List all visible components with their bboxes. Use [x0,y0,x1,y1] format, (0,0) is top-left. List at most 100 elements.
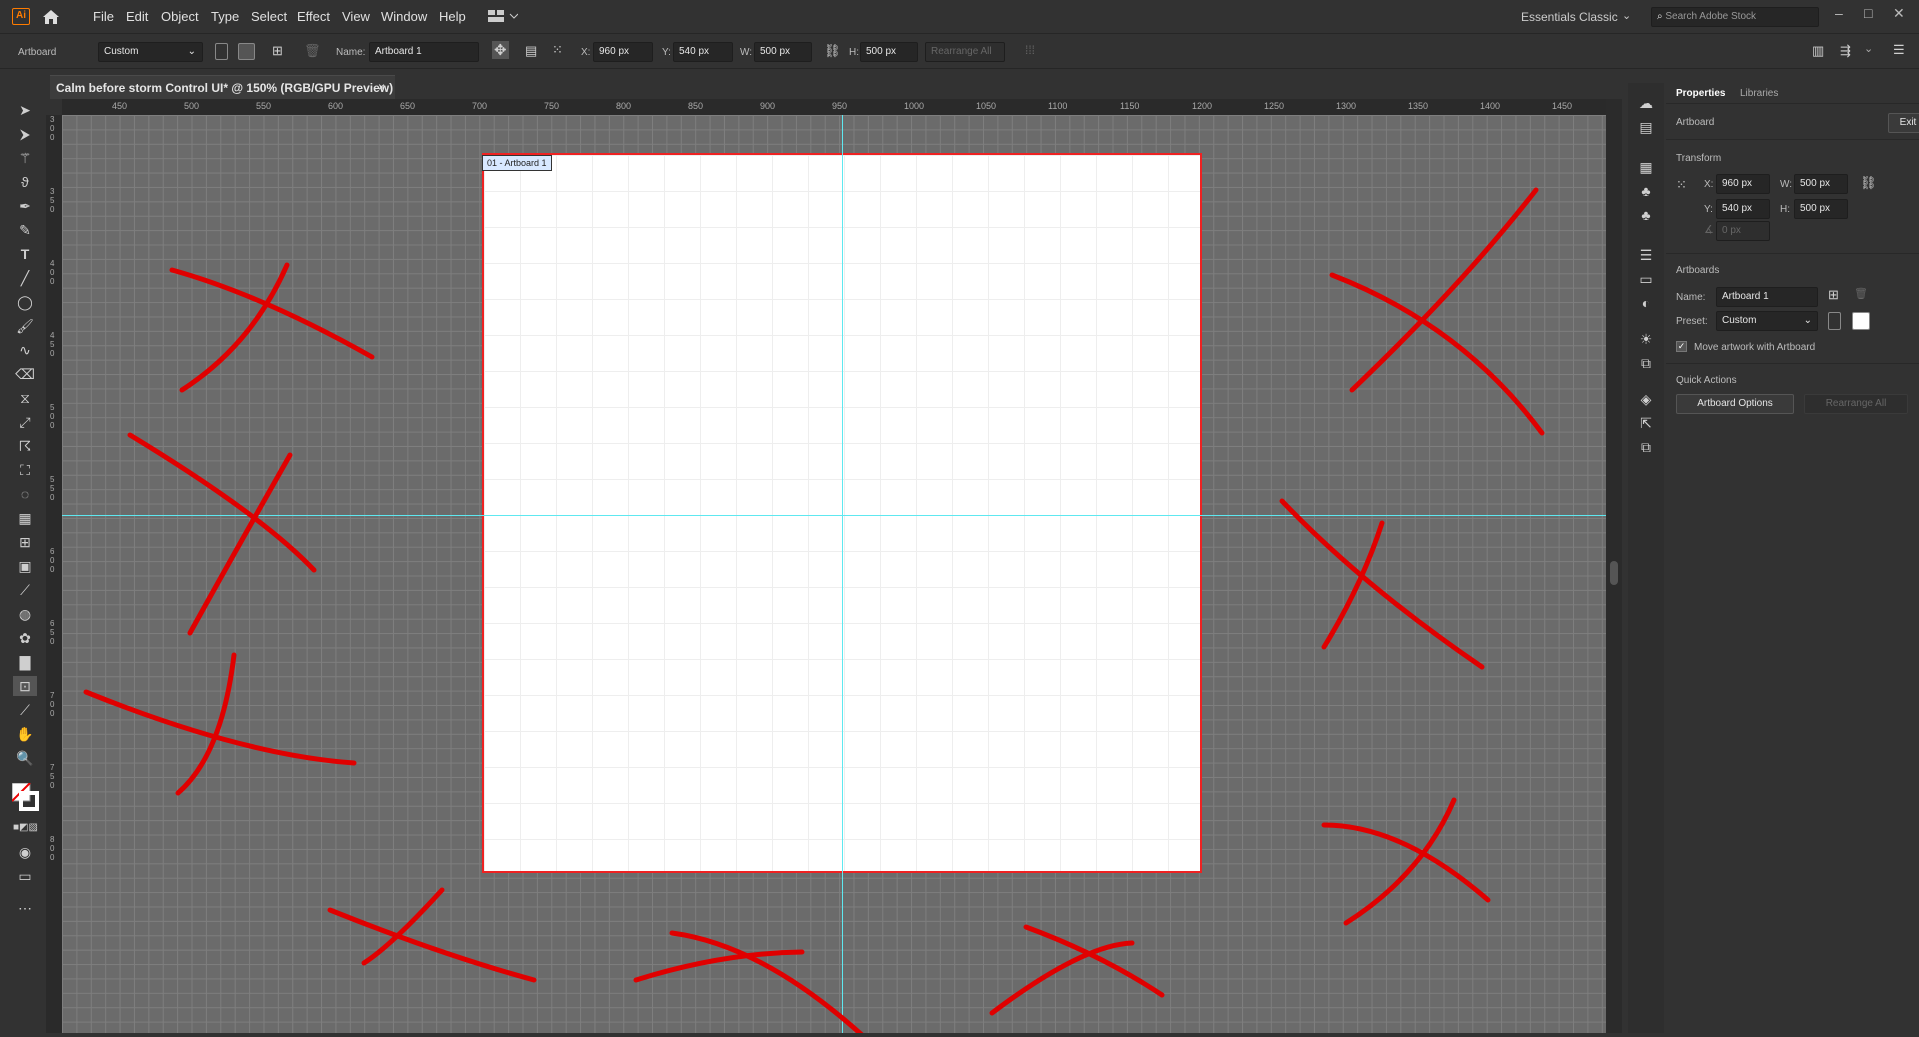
x-field[interactable]: 960 px [593,42,653,62]
layers-list-icon[interactable]: ▦ [1636,159,1656,177]
panel-angle-field[interactable]: 0 px [1716,221,1770,241]
menu-type[interactable]: Type [211,9,239,24]
shaper-tool-icon[interactable]: ∿ [13,340,37,360]
perspective-grid-tool-icon[interactable]: ▦ [13,508,37,528]
landscape-icon[interactable] [1852,312,1870,330]
artboard-options-button[interactable]: Artboard Options [1676,394,1794,414]
mesh-tool-icon[interactable]: ⊞ [13,532,37,552]
landscape-icon[interactable] [238,43,255,60]
workspace-switcher[interactable]: Essentials Classic [1521,10,1618,24]
delete-artboard-icon[interactable]: 🗑 [1854,287,1868,300]
move-with-artboard-icon[interactable]: ✥ [492,41,509,59]
artboard-tool-icon[interactable]: ⊡ [13,676,37,696]
panel-menu-icon[interactable]: ⌄ [1864,42,1873,55]
magic-wand-tool-icon[interactable]: ⚚ [13,148,37,168]
h-field[interactable]: 500 px [860,42,918,62]
line-tool-icon[interactable]: ╱ [13,268,37,288]
delete-artboard-icon[interactable]: 🗑 [304,43,321,59]
menu-help[interactable]: Help [439,9,466,24]
gradient-icon[interactable]: ▭ [1636,271,1656,289]
close-icon[interactable]: ✕ [1893,5,1905,22]
portrait-icon[interactable] [1828,312,1841,330]
menu-effect[interactable]: Effect [297,9,330,24]
type-tool-icon[interactable]: T [13,244,37,264]
export-icon[interactable]: ⇱ [1636,415,1656,433]
reference-point-icon[interactable]: ⁙ [552,42,563,58]
eyedropper-tool-icon[interactable]: ⟋ [13,580,37,600]
cc-libraries-icon[interactable]: ▤ [1636,119,1656,137]
paintbrush-tool-icon[interactable]: 🖌 [13,316,37,336]
ellipse-tool-icon[interactable]: ◯ [13,292,37,312]
layers-icon[interactable]: ◈ [1636,391,1656,409]
eraser-tool-icon[interactable]: ⌫ [13,364,37,384]
link-icon[interactable]: ⛓ [824,43,841,59]
symbols-icon[interactable]: ♣ [1636,183,1656,201]
appearance-icon[interactable]: ☀ [1636,331,1656,349]
new-artboard-icon[interactable]: ⊞ [1828,287,1839,303]
graphic-styles-icon[interactable]: ⧉ [1636,355,1656,373]
menu-window[interactable]: Window [381,9,427,24]
rearrange-all-button[interactable]: Rearrange All [925,42,1005,62]
scroll-thumb[interactable] [1610,561,1618,585]
more-tools-icon[interactable]: ⋯ [13,898,37,918]
align-icon[interactable]: ⁞⁞⁞ [1025,43,1035,57]
artboard-name-field[interactable]: Artboard 1 [369,42,479,62]
panel-w-field[interactable]: 500 px [1794,174,1848,194]
fill-stroke-swatch-icon[interactable] [12,783,40,813]
w-field[interactable]: 500 px [754,42,812,62]
new-artboard-icon[interactable]: ⊞ [272,43,283,59]
symbol-sprayer-tool-icon[interactable]: ✿ [13,628,37,648]
curvature-tool-icon[interactable]: ✎ [13,220,37,240]
maximize-icon[interactable]: □ [1864,5,1872,21]
pen-tool-icon[interactable]: ✒ [13,196,37,216]
transparency-icon[interactable]: ◐ [1636,295,1656,313]
move-artwork-checkbox[interactable]: ✓ [1676,341,1687,352]
lasso-tool-icon[interactable]: ϑ [13,172,37,192]
preset-dropdown[interactable]: Custom ⌄ [98,42,203,62]
artboard-options-icon[interactable]: ▤ [525,43,537,59]
tab-libraries[interactable]: Libraries [1740,88,1778,99]
document-tab[interactable]: Calm before storm Control UI* @ 150% (RG… [50,75,395,99]
y-field[interactable]: 540 px [673,42,733,62]
screen-mode-icon[interactable]: ▭ [13,866,37,886]
color-mode-icon[interactable]: ■◩▧ [13,818,38,838]
minimize-icon[interactable]: – [1835,5,1843,21]
panel-name-field[interactable]: Artboard 1 [1716,287,1818,307]
home-icon[interactable] [42,9,60,25]
align-panel-icon[interactable]: ▥ [1812,43,1824,59]
scale-tool-icon[interactable]: ⤢ [13,412,37,432]
free-transform-tool-icon[interactable]: ⛶ [13,460,37,480]
panel-y-field[interactable]: 540 px [1716,199,1770,219]
menu-view[interactable]: View [342,9,370,24]
slice-tool-icon[interactable]: ⟋ [13,700,37,720]
draw-mode-icon[interactable]: ◉ [13,842,37,862]
panel-x-field[interactable]: 960 px [1716,174,1770,194]
menu-object[interactable]: Object [161,9,199,24]
stroke-icon[interactable]: ☰ [1636,247,1656,265]
properties-panel-icon[interactable]: ☁ [1636,95,1656,113]
exit-button[interactable]: Exit [1888,113,1919,133]
reference-point-icon[interactable]: ⁙ [1676,177,1687,193]
arrange-panel-icon[interactable]: ⇶ [1840,43,1851,59]
tab-properties[interactable]: Properties [1676,88,1725,99]
rotate-tool-icon[interactable]: ⧖ [13,388,37,408]
blend-tool-icon[interactable]: ◍ [13,604,37,624]
gradient-tool-icon[interactable]: ▣ [13,556,37,576]
vertical-scrollbar[interactable] [1606,99,1622,1033]
portrait-icon[interactable] [215,43,228,60]
canvas[interactable]: 01 - Artboard 1 [62,115,1606,1033]
club-icon[interactable]: ♣ [1636,207,1656,225]
zoom-tool-icon[interactable]: 🔍 [13,748,37,768]
close-document-icon[interactable]: × [378,80,385,94]
warp-tool-icon[interactable]: ☈ [13,436,37,456]
column-graph-tool-icon[interactable]: ▇ [13,652,37,672]
menu-select[interactable]: Select [251,9,287,24]
direct-selection-tool-icon[interactable]: ⮞ [13,124,37,144]
rearrange-all-button[interactable]: Rearrange All [1804,394,1908,414]
arrange-documents-icon[interactable] [488,9,518,23]
constrain-link-icon[interactable]: ⛓ [1860,175,1877,191]
stock-search-input[interactable]: ⌕ Search Adobe Stock [1651,7,1819,27]
hand-tool-icon[interactable]: ✋ [13,724,37,744]
menu-file[interactable]: File [93,9,114,24]
panel-h-field[interactable]: 500 px [1794,199,1848,219]
